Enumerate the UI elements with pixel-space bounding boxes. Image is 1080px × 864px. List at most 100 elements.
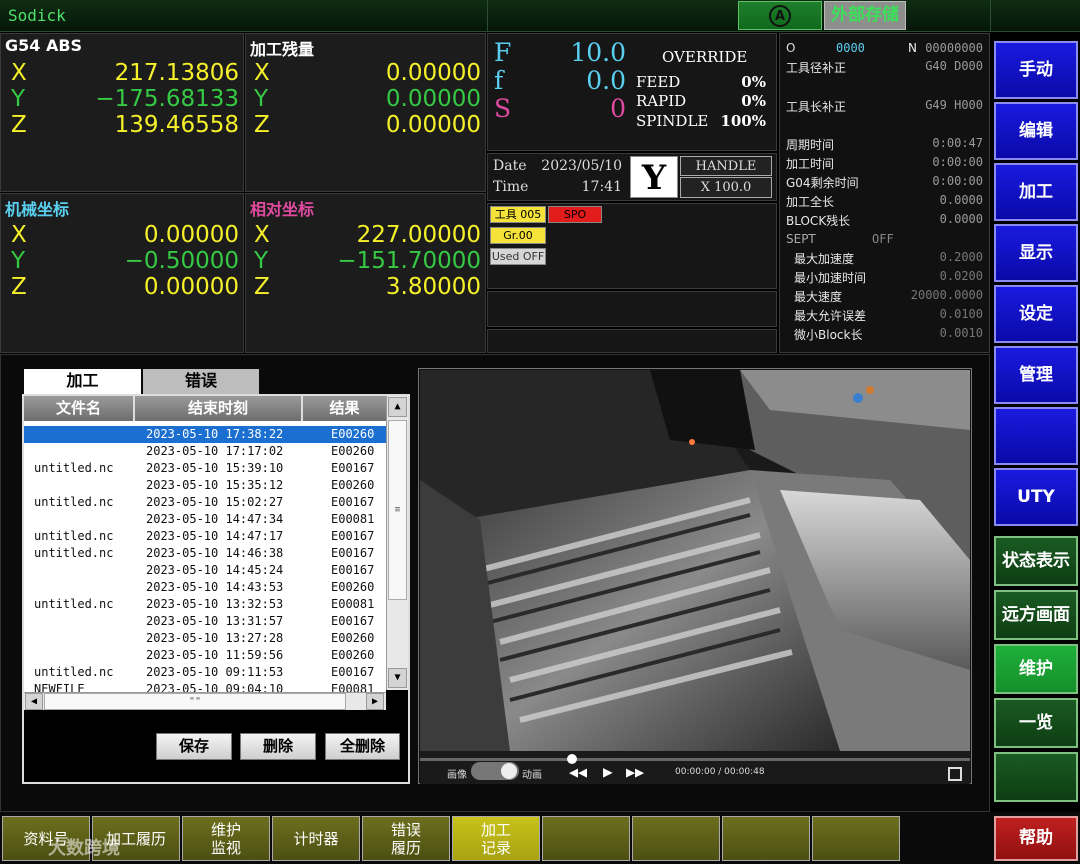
table-row[interactable]: 2023-05-10 11:59:56 E00260: [24, 647, 386, 664]
mode-toggle[interactable]: [471, 762, 519, 780]
table-row[interactable]: 2023-05-10 15:35:12 E00260: [24, 477, 386, 494]
scroll-left-icon[interactable]: ◀: [25, 693, 43, 710]
cell-end-time: 2023-05-10 15:02:27: [146, 495, 284, 509]
delete-all-button[interactable]: 全删除: [325, 733, 400, 760]
video-time: 00:00:00 / 00:00:48: [675, 767, 765, 777]
gr-tag: Gr.00: [490, 227, 546, 244]
g54-y-value: −175.68133: [95, 86, 239, 112]
axis-label-z: Z: [254, 274, 270, 300]
horizontal-scrollbar[interactable]: ◀ "" ▶: [24, 692, 386, 710]
table-row[interactable]: 2023-05-10 17:17:02 E00260: [24, 443, 386, 460]
fkey-blank[interactable]: [722, 816, 810, 861]
manual-button[interactable]: 手动: [994, 41, 1078, 99]
status-display-button[interactable]: 状态表示: [994, 536, 1078, 586]
axis-label-z: Z: [11, 112, 27, 138]
management-button[interactable]: 管理: [994, 346, 1078, 404]
play-icon[interactable]: ▶: [603, 764, 613, 780]
remote-screen-button[interactable]: 远方画面: [994, 590, 1078, 640]
table-row[interactable]: 2023-05-10 13:31:57 E00167: [24, 613, 386, 630]
save-button[interactable]: 保存: [156, 733, 232, 760]
cell-result: E00260: [331, 631, 375, 645]
cell-filename: NEWFILE: [34, 682, 85, 692]
cell-end-time: 2023-05-10 13:27:28: [146, 631, 284, 645]
radius-comp-value: G40 D000: [925, 59, 983, 73]
column-header-result[interactable]: 结果: [303, 396, 386, 421]
table-row[interactable]: untitled.nc 2023-05-10 14:46:38 E00167: [24, 545, 386, 562]
cell-end-time: 2023-05-10 09:04:10: [146, 682, 284, 692]
scroll-hthumb[interactable]: "": [44, 693, 346, 710]
cell-end-time: 2023-05-10 09:11:53: [146, 665, 284, 679]
f-label: F: [494, 38, 512, 67]
table-row[interactable]: untitled.nc 2023-05-10 14:47:17 E00167: [24, 528, 386, 545]
panel-title: 机械坐标: [5, 200, 70, 219]
sept-row-value: 0.0100: [939, 307, 983, 321]
f-value: 10.0: [570, 38, 626, 67]
column-header-end-time[interactable]: 结束时刻: [135, 396, 303, 421]
fkey-machining-record[interactable]: 加工 记录: [452, 816, 540, 861]
sept-label: SEPT: [786, 232, 816, 246]
table-row[interactable]: NEWFILE 2023-05-10 09:04:10 E00081: [24, 681, 386, 692]
scroll-up-icon[interactable]: ▲: [388, 397, 407, 417]
maintenance-button[interactable]: 维护: [994, 644, 1078, 694]
n-value: 00000000: [925, 41, 983, 55]
table-row[interactable]: 2023-05-10 14:43:53 E00260: [24, 579, 386, 596]
cell-end-time: 2023-05-10 13:31:57: [146, 614, 284, 628]
date-label: Date: [493, 158, 527, 174]
delete-button[interactable]: 删除: [240, 733, 316, 760]
status-tags-panel: 工具 005 SPO Gr.00 Used OFF: [487, 203, 777, 289]
tab-errors[interactable]: 错误: [143, 369, 259, 394]
blank-menu-button[interactable]: [994, 407, 1078, 465]
rewind-icon[interactable]: ◀◀: [569, 764, 587, 780]
tab-machining[interactable]: 加工: [24, 369, 141, 394]
uty-button[interactable]: UTY: [994, 468, 1078, 526]
fkey-error-history[interactable]: 错误 履历: [362, 816, 450, 861]
scroll-down-icon[interactable]: ▼: [388, 668, 407, 688]
date-value: 2023/05/10: [541, 158, 622, 174]
fkey-blank[interactable]: [632, 816, 720, 861]
info-row-label: 加工全长: [786, 195, 835, 209]
auto-mode-icon: A: [769, 5, 791, 27]
fast-forward-icon[interactable]: ▶▶: [626, 764, 644, 780]
fullscreen-icon[interactable]: [948, 767, 962, 781]
fkey-maintenance-monitor[interactable]: 维护 监视: [182, 816, 270, 861]
table-row[interactable]: 2023-05-10 14:47:34 E00081: [24, 511, 386, 528]
length-comp-value: G49 H000: [925, 98, 983, 112]
table-row[interactable]: untitled.nc 2023-05-10 09:11:53 E00167: [24, 664, 386, 681]
table-row[interactable]: 2023-05-10 13:27:28 E00260: [24, 630, 386, 647]
cell-result: E00260: [331, 427, 375, 441]
fkey-blank[interactable]: [542, 816, 630, 861]
column-header-filename[interactable]: 文件名: [24, 396, 135, 421]
table-row[interactable]: untitled.nc 2023-05-10 13:32:53 E00081: [24, 596, 386, 613]
blank-green-button[interactable]: [994, 752, 1078, 802]
cell-end-time: 2023-05-10 15:35:12: [146, 478, 284, 492]
machine-table-picture: [420, 370, 970, 751]
table-row[interactable]: untitled.nc 2023-05-10 15:02:27 E00167: [24, 494, 386, 511]
g54-abs-panel: G54 ABS X 217.13806 Y −175.68133 Z 139.4…: [0, 33, 244, 192]
external-storage-button[interactable]: 外部存储: [824, 1, 906, 30]
brand-label: Sodick: [8, 6, 66, 25]
help-button[interactable]: 帮助: [994, 816, 1078, 861]
cell-result: E00260: [331, 444, 375, 458]
table-row[interactable]: 2023-05-10 14:45:24 E00167: [24, 562, 386, 579]
display-button[interactable]: 显示: [994, 224, 1078, 282]
fkey-blank[interactable]: [812, 816, 900, 861]
machining-button[interactable]: 加工: [994, 163, 1078, 221]
o-value: 0000: [836, 41, 865, 55]
table-row[interactable]: 2023-05-10 17:38:22 E00260: [24, 426, 386, 443]
vertical-scrollbar[interactable]: ▲ ≡ ▼: [386, 396, 408, 690]
scroll-thumb[interactable]: ≡: [388, 420, 407, 600]
cell-result: E00260: [331, 580, 375, 594]
edit-button[interactable]: 编辑: [994, 102, 1078, 160]
settings-button[interactable]: 设定: [994, 285, 1078, 343]
list-button[interactable]: 一览: [994, 698, 1078, 748]
fkey-timer[interactable]: 计时器: [272, 816, 360, 861]
cell-result: E00167: [331, 563, 375, 577]
override-title: OVERRIDE: [662, 48, 748, 66]
sept-row-label: 最小加速时间: [794, 271, 867, 285]
machine-coords-panel: 机械坐标 X 0.00000 Y −0.50000 Z 0.00000: [0, 193, 244, 353]
table-row[interactable]: untitled.nc 2023-05-10 15:39:10 E00167: [24, 460, 386, 477]
tool-tag: 工具 005: [490, 206, 546, 223]
scroll-right-icon[interactable]: ▶: [366, 693, 384, 710]
cell-result: E00260: [331, 478, 375, 492]
video-progress-bar[interactable]: [420, 758, 970, 761]
